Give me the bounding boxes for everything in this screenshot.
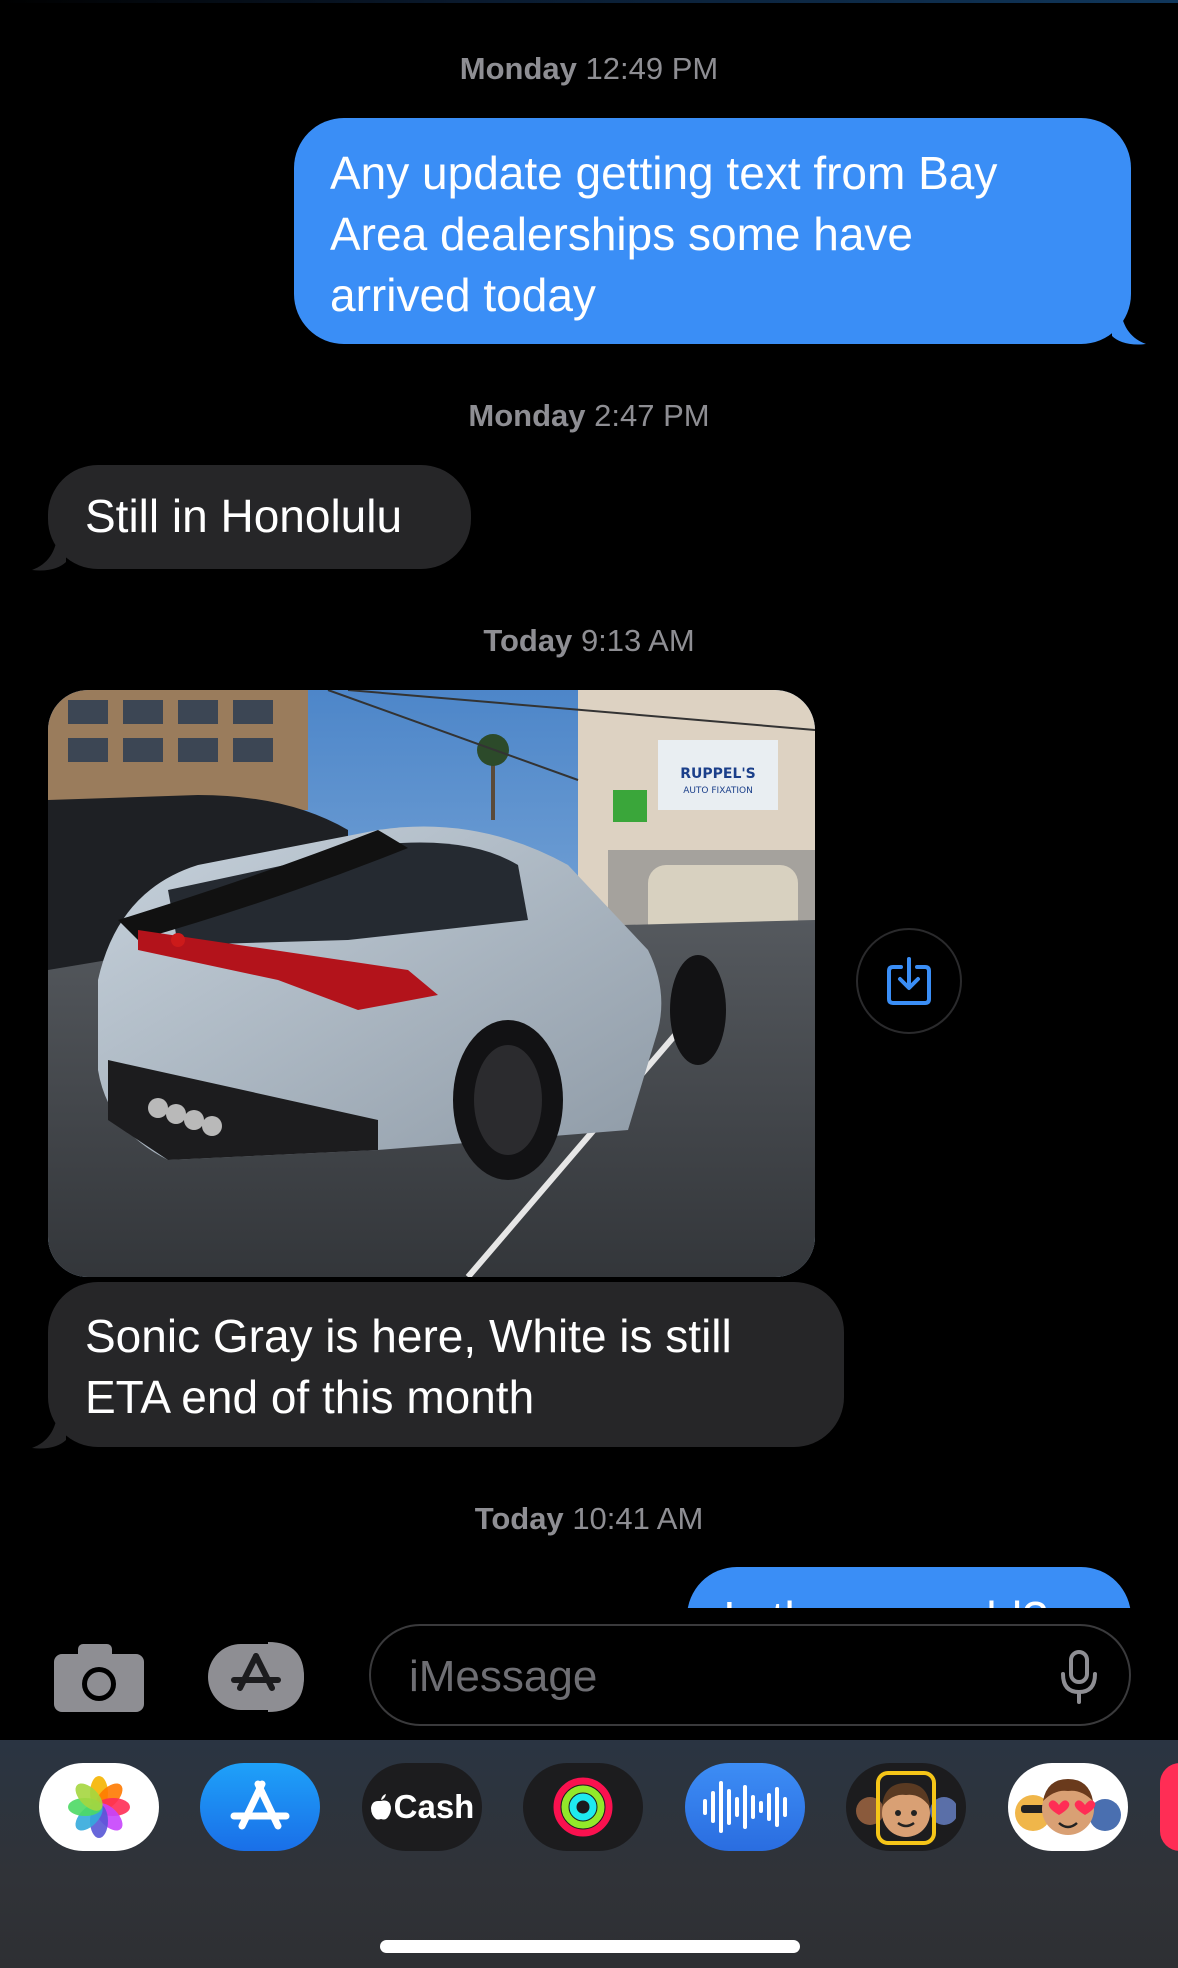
timestamp: Monday 12:49 PM: [459, 51, 719, 86]
photo-attachment[interactable]: RUPPEL'S AUTO FIXATION: [48, 690, 815, 1277]
memoji-icon: [856, 1771, 956, 1845]
apps-button[interactable]: [208, 1640, 320, 1714]
apple-logo-icon: [370, 1794, 391, 1820]
top-edge: [0, 0, 1178, 3]
app-apple-cash[interactable]: Cash: [362, 1763, 482, 1851]
app-app-store[interactable]: [200, 1763, 320, 1851]
app-next-partial[interactable]: [1160, 1763, 1178, 1851]
memoji-stickers-icon: [1015, 1779, 1121, 1835]
message-line: arrived today: [330, 269, 596, 321]
timestamp: Today 10:41 AM: [474, 1501, 704, 1536]
home-indicator[interactable]: [380, 1940, 800, 1953]
sign-text: AUTO FIXATION: [683, 786, 753, 796]
app-memoji[interactable]: [846, 1763, 966, 1851]
camera-button[interactable]: [54, 1642, 144, 1712]
outgoing-message[interactable]: Any update getting text from Bay Area de…: [294, 118, 1131, 344]
car-photo: RUPPEL'S AUTO FIXATION: [48, 690, 815, 1277]
cash-label: Cash: [393, 1788, 475, 1825]
imessage-field[interactable]: [369, 1624, 1131, 1726]
download-icon: [887, 957, 931, 1005]
microphone-icon[interactable]: [1059, 1650, 1099, 1704]
incoming-message[interactable]: Sonic Gray is here, White is still ETA e…: [48, 1282, 844, 1447]
message-line: ETA end of this month: [85, 1371, 535, 1423]
timestamp: Monday 2:47 PM: [468, 398, 710, 433]
app-photos[interactable]: [39, 1763, 159, 1851]
app-fitness[interactable]: [523, 1763, 643, 1851]
app-audio-message[interactable]: [685, 1763, 805, 1851]
sign-text: RUPPEL'S: [680, 766, 756, 782]
message-line: Still in Honolulu: [85, 490, 403, 542]
bubble-tail: [1112, 306, 1146, 345]
app-store-icon: [230, 1780, 290, 1830]
audio-waveform-icon: [703, 1781, 787, 1833]
incoming-message[interactable]: Still in Honolulu: [48, 465, 471, 569]
save-photo-button[interactable]: [856, 928, 962, 1034]
activity-rings-icon: [553, 1777, 613, 1837]
app-memoji-stickers[interactable]: [1008, 1763, 1128, 1851]
message-input[interactable]: [407, 1648, 1031, 1706]
message-line: Area dealerships some have: [330, 208, 913, 260]
bubble-tail: [32, 1410, 66, 1449]
bubble-tail: [32, 532, 66, 571]
message-line: Any update getting text from Bay: [330, 147, 998, 199]
photos-icon: [68, 1776, 130, 1838]
timestamp: Today 9:13 AM: [483, 623, 695, 658]
message-line: Sonic Gray is here, White is still: [85, 1310, 732, 1362]
